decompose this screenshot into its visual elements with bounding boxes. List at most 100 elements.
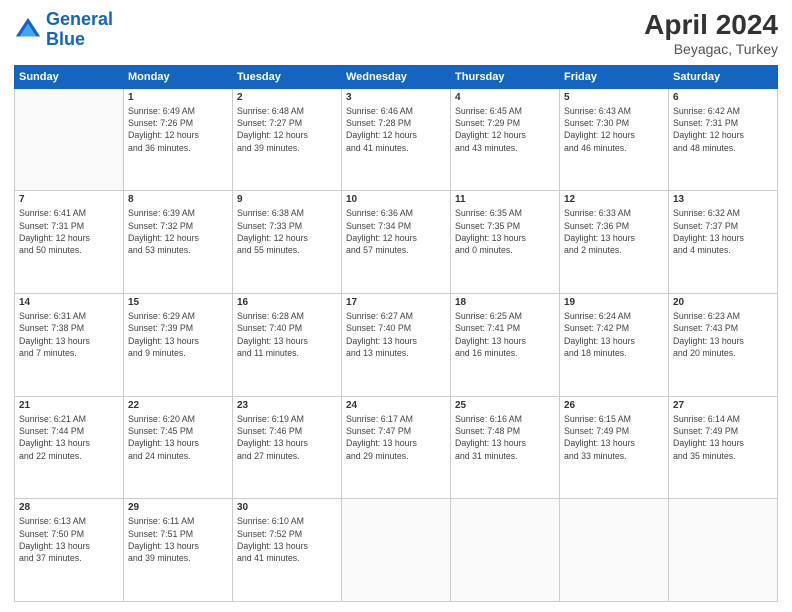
day-info: Sunrise: 6:43 AM Sunset: 7:30 PM Dayligh… — [564, 105, 664, 154]
day-info: Sunrise: 6:45 AM Sunset: 7:29 PM Dayligh… — [455, 105, 555, 154]
day-number: 23 — [237, 400, 337, 411]
page: General Blue April 2024 Beyagac, Turkey … — [0, 0, 792, 612]
day-number: 3 — [346, 92, 446, 103]
day-info: Sunrise: 6:32 AM Sunset: 7:37 PM Dayligh… — [673, 207, 773, 256]
calendar-day-cell: 3 Sunrise: 6:46 AM Sunset: 7:28 PM Daylig… — [342, 88, 451, 191]
calendar-day-header: Sunday — [15, 65, 124, 88]
day-info: Sunrise: 6:21 AM Sunset: 7:44 PM Dayligh… — [19, 413, 119, 462]
day-number: 9 — [237, 194, 337, 205]
day-number: 30 — [237, 502, 337, 513]
calendar-day-cell: 19 Sunrise: 6:24 AM Sunset: 7:42 PM Dayli… — [560, 294, 669, 397]
calendar-day-cell: 2 Sunrise: 6:48 AM Sunset: 7:27 PM Daylig… — [233, 88, 342, 191]
calendar-day-cell: 23 Sunrise: 6:19 AM Sunset: 7:46 PM Dayli… — [233, 396, 342, 499]
logo: General Blue — [14, 10, 113, 50]
calendar-day-cell — [451, 499, 560, 602]
day-number: 25 — [455, 400, 555, 411]
day-number: 10 — [346, 194, 446, 205]
calendar-day-cell: 5 Sunrise: 6:43 AM Sunset: 7:30 PM Daylig… — [560, 88, 669, 191]
logo-icon — [14, 16, 42, 44]
day-info: Sunrise: 6:31 AM Sunset: 7:38 PM Dayligh… — [19, 310, 119, 359]
day-info: Sunrise: 6:11 AM Sunset: 7:51 PM Dayligh… — [128, 515, 228, 564]
day-number: 16 — [237, 297, 337, 308]
calendar-week-row: 28 Sunrise: 6:13 AM Sunset: 7:50 PM Dayli… — [15, 499, 778, 602]
calendar-day-header: Monday — [124, 65, 233, 88]
day-number: 22 — [128, 400, 228, 411]
calendar-day-cell: 9 Sunrise: 6:38 AM Sunset: 7:33 PM Daylig… — [233, 191, 342, 294]
day-info: Sunrise: 6:48 AM Sunset: 7:27 PM Dayligh… — [237, 105, 337, 154]
header: General Blue April 2024 Beyagac, Turkey — [14, 10, 778, 57]
day-number: 15 — [128, 297, 228, 308]
calendar-day-cell: 15 Sunrise: 6:29 AM Sunset: 7:39 PM Dayli… — [124, 294, 233, 397]
day-info: Sunrise: 6:49 AM Sunset: 7:26 PM Dayligh… — [128, 105, 228, 154]
calendar-day-cell: 29 Sunrise: 6:11 AM Sunset: 7:51 PM Dayli… — [124, 499, 233, 602]
day-number: 13 — [673, 194, 773, 205]
day-info: Sunrise: 6:27 AM Sunset: 7:40 PM Dayligh… — [346, 310, 446, 359]
calendar-day-cell: 30 Sunrise: 6:10 AM Sunset: 7:52 PM Dayli… — [233, 499, 342, 602]
calendar-day-header: Wednesday — [342, 65, 451, 88]
day-number: 7 — [19, 194, 119, 205]
calendar-day-cell: 20 Sunrise: 6:23 AM Sunset: 7:43 PM Dayli… — [669, 294, 778, 397]
day-info: Sunrise: 6:20 AM Sunset: 7:45 PM Dayligh… — [128, 413, 228, 462]
calendar-day-cell: 7Sunrise: 6:41 AM Sunset: 7:31 PM Daylig… — [15, 191, 124, 294]
calendar-day-cell: 10Sunrise: 6:36 AM Sunset: 7:34 PM Dayli… — [342, 191, 451, 294]
day-info: Sunrise: 6:35 AM Sunset: 7:35 PM Dayligh… — [455, 207, 555, 256]
calendar-day-cell: 22 Sunrise: 6:20 AM Sunset: 7:45 PM Dayli… — [124, 396, 233, 499]
calendar-day-cell: 14 Sunrise: 6:31 AM Sunset: 7:38 PM Dayli… — [15, 294, 124, 397]
calendar-day-cell: 18Sunrise: 6:25 AM Sunset: 7:41 PM Dayli… — [451, 294, 560, 397]
logo-line1: General — [46, 9, 113, 29]
day-info: Sunrise: 6:29 AM Sunset: 7:39 PM Dayligh… — [128, 310, 228, 359]
day-number: 29 — [128, 502, 228, 513]
day-number: 19 — [564, 297, 664, 308]
calendar-day-cell: 4 Sunrise: 6:45 AM Sunset: 7:29 PM Daylig… — [451, 88, 560, 191]
day-number: 28 — [19, 502, 119, 513]
day-info: Sunrise: 6:15 AM Sunset: 7:49 PM Dayligh… — [564, 413, 664, 462]
day-info: Sunrise: 6:14 AM Sunset: 7:49 PM Dayligh… — [673, 413, 773, 462]
day-number: 11 — [455, 194, 555, 205]
calendar-day-cell: 13 Sunrise: 6:32 AM Sunset: 7:37 PM Dayli… — [669, 191, 778, 294]
day-number: 4 — [455, 92, 555, 103]
calendar-day-cell: 11 Sunrise: 6:35 AM Sunset: 7:35 PM Dayli… — [451, 191, 560, 294]
day-number: 27 — [673, 400, 773, 411]
calendar-day-cell — [342, 499, 451, 602]
calendar-week-row: 14 Sunrise: 6:31 AM Sunset: 7:38 PM Dayli… — [15, 294, 778, 397]
day-number: 24 — [346, 400, 446, 411]
day-number: 26 — [564, 400, 664, 411]
main-title: April 2024 — [644, 10, 778, 41]
day-info: Sunrise: 6:24 AM Sunset: 7:42 PM Dayligh… — [564, 310, 664, 359]
day-info: Sunrise: 6:28 AM Sunset: 7:40 PM Dayligh… — [237, 310, 337, 359]
day-info: Sunrise: 6:46 AM Sunset: 7:28 PM Dayligh… — [346, 105, 446, 154]
day-number: 20 — [673, 297, 773, 308]
day-number: 6 — [673, 92, 773, 103]
day-number: 2 — [237, 92, 337, 103]
title-block: April 2024 Beyagac, Turkey — [644, 10, 778, 57]
calendar-week-row: 7Sunrise: 6:41 AM Sunset: 7:31 PM Daylig… — [15, 191, 778, 294]
calendar-day-cell: 6 Sunrise: 6:42 AM Sunset: 7:31 PM Daylig… — [669, 88, 778, 191]
day-info: Sunrise: 6:39 AM Sunset: 7:32 PM Dayligh… — [128, 207, 228, 256]
day-info: Sunrise: 6:38 AM Sunset: 7:33 PM Dayligh… — [237, 207, 337, 256]
day-info: Sunrise: 6:33 AM Sunset: 7:36 PM Dayligh… — [564, 207, 664, 256]
day-info: Sunrise: 6:13 AM Sunset: 7:50 PM Dayligh… — [19, 515, 119, 564]
day-number: 5 — [564, 92, 664, 103]
day-info: Sunrise: 6:10 AM Sunset: 7:52 PM Dayligh… — [237, 515, 337, 564]
calendar-day-cell — [15, 88, 124, 191]
day-number: 12 — [564, 194, 664, 205]
calendar-day-cell: 1Sunrise: 6:49 AM Sunset: 7:26 PM Daylig… — [124, 88, 233, 191]
calendar-day-cell: 27 Sunrise: 6:14 AM Sunset: 7:49 PM Dayli… — [669, 396, 778, 499]
day-info: Sunrise: 6:16 AM Sunset: 7:48 PM Dayligh… — [455, 413, 555, 462]
logo-line2: Blue — [46, 29, 85, 49]
calendar-day-header: Tuesday — [233, 65, 342, 88]
day-number: 18 — [455, 297, 555, 308]
day-info: Sunrise: 6:42 AM Sunset: 7:31 PM Dayligh… — [673, 105, 773, 154]
calendar-day-cell: 21 Sunrise: 6:21 AM Sunset: 7:44 PM Dayli… — [15, 396, 124, 499]
calendar-day-header: Friday — [560, 65, 669, 88]
day-number: 21 — [19, 400, 119, 411]
calendar-day-header: Saturday — [669, 65, 778, 88]
day-number: 14 — [19, 297, 119, 308]
calendar-day-cell: 28 Sunrise: 6:13 AM Sunset: 7:50 PM Dayli… — [15, 499, 124, 602]
calendar-day-cell: 8Sunrise: 6:39 AM Sunset: 7:32 PM Daylig… — [124, 191, 233, 294]
logo-text: General Blue — [46, 10, 113, 50]
day-info: Sunrise: 6:23 AM Sunset: 7:43 PM Dayligh… — [673, 310, 773, 359]
day-info: Sunrise: 6:19 AM Sunset: 7:46 PM Dayligh… — [237, 413, 337, 462]
calendar-day-cell: 24Sunrise: 6:17 AM Sunset: 7:47 PM Dayli… — [342, 396, 451, 499]
calendar-table: SundayMondayTuesdayWednesdayThursdayFrid… — [14, 65, 778, 602]
